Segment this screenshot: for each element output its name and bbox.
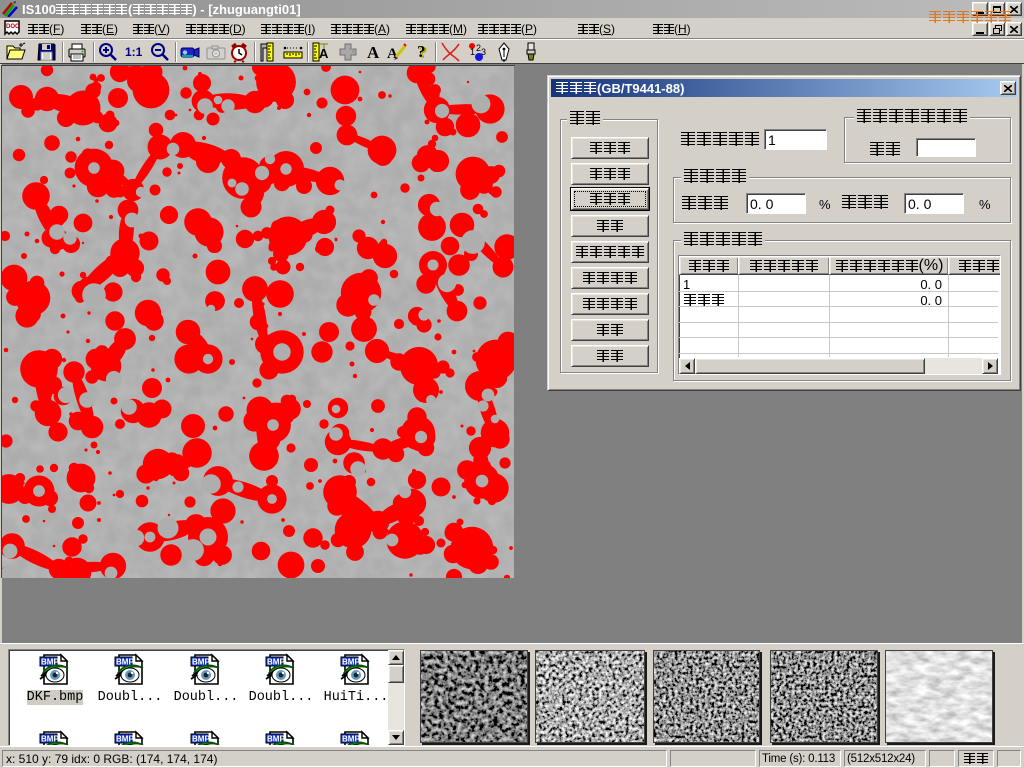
svg-text:A: A bbox=[367, 43, 380, 62]
svg-text:1: 1 bbox=[470, 47, 475, 57]
svg-text:1:1: 1:1 bbox=[125, 45, 143, 59]
svg-text:A: A bbox=[387, 46, 398, 62]
svg-text:?: ? bbox=[417, 42, 426, 61]
svg-text:DOC: DOC bbox=[6, 24, 20, 30]
